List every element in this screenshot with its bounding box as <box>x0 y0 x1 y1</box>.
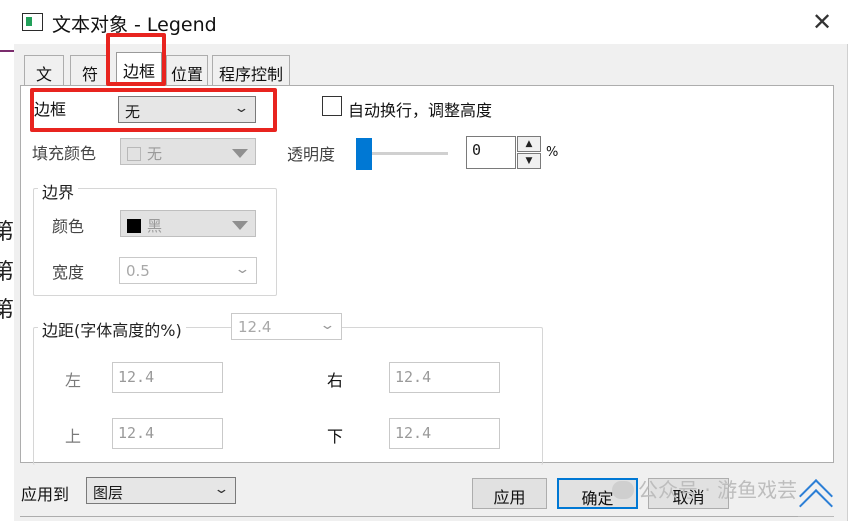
app-window-icon <box>22 13 43 31</box>
bottom-divider <box>20 516 834 517</box>
margin-group-title: 边距(字体高度的%) <box>38 317 186 341</box>
margin-top-input[interactable]: 12.4 <box>112 418 223 449</box>
transparency-unit: % <box>546 145 559 160</box>
tab-symbol[interactable]: 符号 <box>70 55 110 108</box>
apply-to-select[interactable]: 图层 ⌄ <box>86 477 236 504</box>
edge-color-value: 黑 <box>147 217 163 235</box>
edge-group-title: 边界 <box>38 179 79 203</box>
window-edge <box>847 44 855 521</box>
tab-text[interactable]: 文本 <box>24 55 64 108</box>
margin-left-input[interactable]: 12.4 <box>112 362 223 393</box>
edge-width-label: 宽度 <box>52 263 85 282</box>
edge-width-value: 0.5 <box>126 262 150 280</box>
apply-to-label: 应用到 <box>21 485 70 504</box>
apply-to-value: 图层 <box>93 484 124 502</box>
edge-color-select[interactable]: 黑 <box>120 210 256 237</box>
margin-right-input[interactable]: 12.4 <box>389 362 500 393</box>
transparency-label: 透明度 <box>287 145 336 164</box>
fill-color-label: 填充颜色 <box>32 144 97 163</box>
margin-bottom-label: 下 <box>327 427 344 446</box>
chevron-down-icon: ⌄ <box>213 482 230 497</box>
margin-bottom-input[interactable]: 12.4 <box>389 418 500 449</box>
margin-all-select[interactable]: 12.4 ⌄ <box>231 313 342 340</box>
transparency-slider-track[interactable] <box>360 152 448 155</box>
background-glyph: 第 <box>0 298 15 323</box>
wechat-icon <box>612 481 634 499</box>
transparency-slider-thumb[interactable] <box>356 138 372 170</box>
tab-program-control[interactable]: 程序控制 <box>212 55 290 85</box>
close-icon[interactable]: ✕ <box>806 6 838 38</box>
transparency-input[interactable]: 0 <box>466 136 516 169</box>
chevron-down-icon: ⌄ <box>234 262 251 277</box>
fill-color-value: 无 <box>147 145 163 163</box>
empty-swatch <box>127 147 141 161</box>
spin-down-icon[interactable]: ▼ <box>517 153 541 169</box>
black-swatch <box>127 219 141 233</box>
fill-color-select[interactable]: 无 <box>120 138 256 165</box>
margin-all-value: 12.4 <box>238 318 272 336</box>
highlight-box-tab <box>106 33 166 86</box>
scroll-top-icon[interactable] <box>798 474 834 523</box>
highlight-box-border-row <box>30 88 277 132</box>
margin-top-label: 上 <box>65 427 82 446</box>
chevron-down-icon: ⌄ <box>319 318 336 333</box>
edge-width-select[interactable]: 0.5 ⌄ <box>119 257 257 284</box>
autowrap-checkbox[interactable] <box>322 96 342 116</box>
margin-left-label: 左 <box>65 371 82 390</box>
edge-color-label: 颜色 <box>52 217 85 236</box>
dropdown-triangle-icon <box>232 149 248 158</box>
apply-button[interactable]: 应用 <box>472 478 547 509</box>
background-glyph: 第 <box>0 260 15 285</box>
background-glyph: 第 <box>0 220 15 245</box>
tab-position[interactable]: 位置 <box>166 55 208 85</box>
margin-right-label: 右 <box>327 371 344 390</box>
autowrap-label: 自动换行，调整高度 <box>348 101 493 120</box>
watermark-text: 公众号 · 游鱼戏芸 <box>638 478 798 502</box>
dropdown-triangle-icon <box>232 221 248 230</box>
spin-up-icon[interactable]: ▲ <box>517 136 541 152</box>
